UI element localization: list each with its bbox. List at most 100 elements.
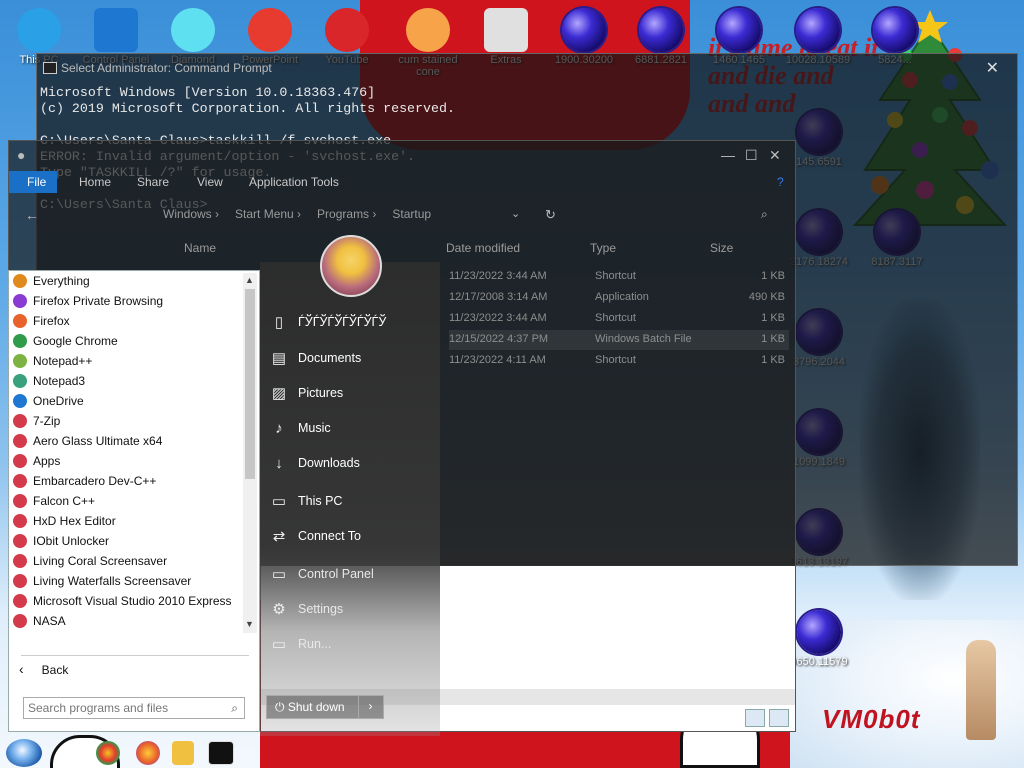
maximize-icon[interactable]: ☐: [745, 147, 758, 164]
program-item[interactable]: Living Coral Screensaver: [9, 551, 243, 571]
file-size: 490 KB: [748, 291, 785, 303]
program-list-scrollbar[interactable]: ▲ ▼: [243, 273, 257, 633]
back-button[interactable]: ‹ Back: [19, 661, 68, 677]
program-item[interactable]: IObit Unlocker: [9, 531, 243, 551]
program-icon: [13, 574, 27, 588]
close-icon[interactable]: ✕: [769, 147, 781, 164]
program-item[interactable]: Embarcadero Dev-C++: [9, 471, 243, 491]
program-item[interactable]: Google Chrome: [9, 331, 243, 351]
minimize-icon[interactable]: —: [721, 147, 735, 163]
start-link-connect-to[interactable]: ⇄ Connect To: [270, 522, 440, 550]
program-label: NASA: [33, 614, 66, 628]
start-button[interactable]: [6, 739, 42, 767]
scroll-thumb[interactable]: [245, 289, 255, 479]
breadcrumb-item[interactable]: Windows ›: [163, 207, 219, 221]
breadcrumb-item[interactable]: Programs ›: [317, 207, 376, 221]
column-name[interactable]: Name: [184, 241, 216, 255]
start-link-label: Downloads: [298, 456, 360, 470]
start-link-settings[interactable]: ⚙ Settings: [270, 595, 440, 623]
file-date: 11/23/2022 4:11 AM: [449, 354, 546, 366]
back-arrow-icon[interactable]: ←: [25, 207, 39, 223]
command-prompt-taskbar-icon[interactable]: [208, 741, 234, 765]
breadcrumb-item[interactable]: Startup: [392, 207, 431, 221]
user-avatar[interactable]: [320, 235, 382, 297]
tab-view[interactable]: View: [197, 175, 223, 189]
help-icon[interactable]: ?: [777, 175, 784, 189]
ornament-icon: [562, 8, 606, 52]
file-date: 11/23/2022 3:44 AM: [449, 270, 547, 282]
file-type: Shortcut: [595, 312, 636, 324]
back-label: Back: [41, 663, 69, 677]
address-bar[interactable]: Windows › Start Menu › Programs › Startup: [149, 203, 539, 225]
monitor-icon: [17, 8, 61, 52]
tab-file[interactable]: File: [9, 171, 57, 193]
breadcrumb-item[interactable]: Start Menu ›: [235, 207, 301, 221]
ornament-icon: [797, 610, 841, 654]
large-icons-view-icon[interactable]: [769, 709, 789, 727]
program-item[interactable]: Firefox Private Browsing: [9, 291, 243, 311]
program-item[interactable]: Notepad3: [9, 371, 243, 391]
search-icon[interactable]: ⌕: [231, 701, 238, 716]
program-icon: [13, 594, 27, 608]
program-item[interactable]: Falcon C++: [9, 491, 243, 511]
file-row[interactable]: 11/23/2022 4:11 AM Shortcut 1 KB: [449, 351, 789, 371]
shutdown-options-button[interactable]: ›: [358, 696, 382, 718]
taskbar: [0, 738, 1024, 768]
file-row[interactable]: 11/23/2022 3:44 AM Shortcut 1 KB: [449, 267, 789, 287]
file-explorer-taskbar-icon[interactable]: [172, 741, 194, 765]
document-icon: ▤: [271, 350, 287, 367]
program-label: Notepad3: [33, 374, 86, 388]
program-item[interactable]: 7-Zip: [9, 411, 243, 431]
tab-home[interactable]: Home: [79, 175, 111, 189]
program-item[interactable]: OneDrive: [9, 391, 243, 411]
chevron-down-icon[interactable]: ⌄: [511, 207, 520, 220]
watermark-logo: VM0b0t: [822, 704, 921, 734]
firefox-taskbar-icon[interactable]: [136, 741, 160, 765]
start-link-label: Documents: [298, 351, 362, 365]
ornament-icon: [796, 8, 840, 52]
start-link-control-panel[interactable]: ▭ Control Panel: [270, 560, 440, 588]
file-row[interactable]: 12/15/2022 4:37 PM Windows Batch File 1 KB: [449, 330, 789, 350]
file-type: Windows Batch File: [595, 333, 692, 345]
column-size[interactable]: Size: [710, 241, 733, 255]
column-type[interactable]: Type: [590, 241, 616, 255]
pictures-icon: ▨: [271, 385, 287, 402]
tab-application-tools[interactable]: Application Tools: [249, 175, 339, 189]
file-row[interactable]: 12/17/2008 3:14 AM Application 490 KB: [449, 288, 789, 308]
program-icon: [13, 514, 27, 528]
search-icon[interactable]: ⌕: [761, 207, 768, 222]
search-input[interactable]: Search programs and files ⌕: [23, 697, 245, 719]
program-item[interactable]: Microsoft Visual Studio 2010 Express: [9, 591, 243, 611]
program-item[interactable]: Everything: [9, 271, 243, 291]
program-item[interactable]: NASA: [9, 611, 243, 631]
user-folder-link[interactable]: ▯ ЃЎЃЎЃЎЃЎЃЎЃЎ: [270, 308, 440, 336]
program-item[interactable]: HxD Hex Editor: [9, 511, 243, 531]
close-icon[interactable]: ✕: [986, 58, 999, 78]
start-link-documents[interactable]: ▤ Documents: [270, 344, 440, 372]
refresh-icon[interactable]: ↻: [545, 207, 556, 223]
start-link-run[interactable]: ▭ Run...: [270, 630, 440, 658]
start-link-label: Run...: [298, 637, 332, 651]
program-label: OneDrive: [33, 394, 84, 408]
program-item[interactable]: Aero Glass Ultimate x64: [9, 431, 243, 451]
program-item[interactable]: Living Waterfalls Screensaver: [9, 571, 243, 591]
program-item[interactable]: Notepad++: [9, 351, 243, 371]
start-link-downloads[interactable]: ↓ Downloads: [270, 449, 440, 477]
chrome-taskbar-icon[interactable]: [96, 741, 120, 765]
scroll-down-icon[interactable]: ▼: [245, 619, 254, 629]
console-titlebar[interactable]: Select Administrator: Command Prompt ✕: [37, 54, 1017, 82]
p-icon: [248, 8, 292, 52]
file-size: 1 KB: [761, 333, 785, 345]
start-link-music[interactable]: ♪ Music: [270, 414, 440, 442]
start-link-this-pc[interactable]: ▭ This PC: [270, 487, 440, 515]
program-item[interactable]: Firefox: [9, 311, 243, 331]
details-view-icon[interactable]: [745, 709, 765, 727]
program-item[interactable]: Apps: [9, 451, 243, 471]
tab-share[interactable]: Share: [137, 175, 169, 189]
ornament-icon: [717, 8, 761, 52]
file-row[interactable]: 11/23/2022 3:44 AM Shortcut 1 KB: [449, 309, 789, 329]
column-date[interactable]: Date modified: [446, 241, 520, 255]
scroll-up-icon[interactable]: ▲: [245, 275, 254, 285]
start-link-pictures[interactable]: ▨ Pictures: [270, 379, 440, 407]
program-icon: [13, 454, 27, 468]
